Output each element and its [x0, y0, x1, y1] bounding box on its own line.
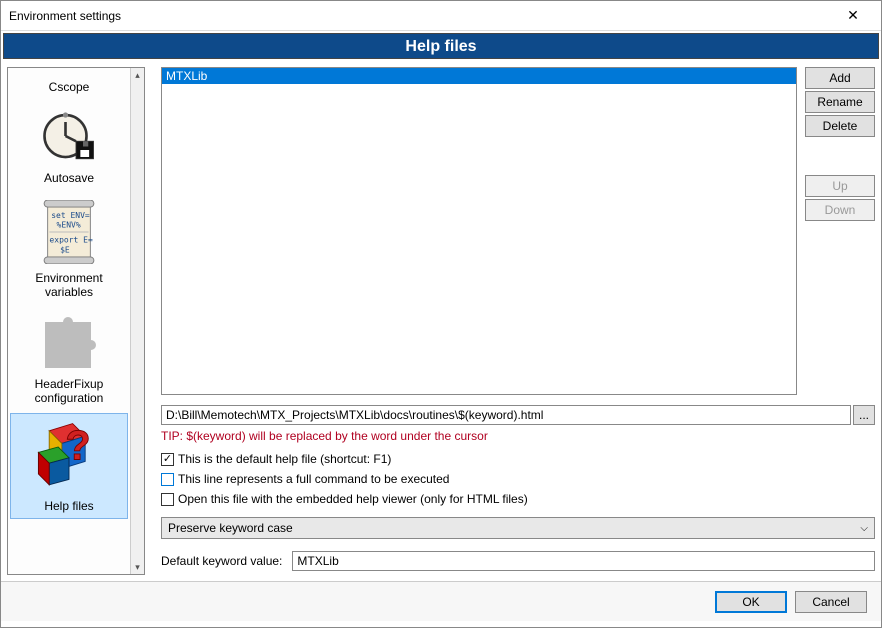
titlebar: Environment settings ✕	[1, 1, 881, 31]
scroll-down-icon[interactable]: ▾	[131, 560, 144, 574]
sidebar-item-help-files[interactable]: ? Help files	[10, 413, 128, 518]
sidebar-item-label: HeaderFixup configuration	[10, 377, 128, 406]
sidebar-item-label: Help files	[11, 499, 127, 513]
window-title: Environment settings	[9, 9, 833, 23]
svg-text:?: ?	[65, 423, 90, 469]
cancel-button[interactable]: Cancel	[795, 591, 867, 613]
keyword-label: Default keyword value:	[161, 554, 282, 568]
sidebar-item-cscope[interactable]: Cscope	[8, 68, 130, 100]
keyword-input[interactable]	[292, 551, 875, 571]
checkbox-label: This is the default help file (shortcut:…	[178, 452, 391, 466]
checkbox-label: Open this file with the embedded help vi…	[178, 492, 528, 506]
scroll-icon: set ENV= %ENV% export E= $E	[37, 200, 101, 267]
puzzle-icon	[37, 314, 101, 373]
browse-button[interactable]: ...	[853, 405, 875, 425]
checkbox-embedded-viewer[interactable]	[161, 493, 174, 506]
rename-button[interactable]: Rename	[805, 91, 875, 113]
svg-text:export E=: export E=	[49, 235, 93, 244]
checkbox-label: This line represents a full command to b…	[178, 472, 449, 486]
sidebar-item-label: Autosave	[10, 171, 128, 185]
help-files-list[interactable]: MTXLib	[161, 67, 797, 395]
dropdown-value: Preserve keyword case	[168, 521, 293, 535]
sidebar-item-headerfixup[interactable]: HeaderFixup configuration	[8, 306, 130, 412]
up-button: Up	[805, 175, 875, 197]
add-button[interactable]: Add	[805, 67, 875, 89]
footer: OK Cancel	[1, 581, 881, 621]
svg-text:set ENV=: set ENV=	[51, 211, 90, 220]
chevron-down-icon: ⌵	[860, 523, 868, 534]
svg-text:$E: $E	[60, 245, 70, 254]
svg-text:%ENV%: %ENV%	[57, 220, 81, 229]
down-button: Down	[805, 199, 875, 221]
checkbox-full-command[interactable]	[161, 473, 174, 486]
path-input[interactable]	[161, 405, 851, 425]
close-icon[interactable]: ✕	[833, 1, 873, 31]
sidebar-item-autosave[interactable]: Autosave	[8, 100, 130, 191]
content: Cscope Autosave	[1, 61, 881, 581]
scroll-up-icon[interactable]: ▴	[131, 68, 144, 82]
keyword-case-dropdown[interactable]: Preserve keyword case ⌵	[161, 517, 875, 539]
checkbox-default-help[interactable]	[161, 453, 174, 466]
sidebar-item-env-vars[interactable]: set ENV= %ENV% export E= $E Environment …	[8, 192, 130, 306]
main-panel: MTXLib Add Rename Delete Up Down ... TIP…	[161, 67, 875, 575]
ok-button[interactable]: OK	[715, 591, 787, 613]
sidebar-scrollbar[interactable]: ▴ ▾	[130, 68, 144, 574]
sidebar-item-label: Environment variables	[10, 271, 128, 300]
sidebar: Cscope Autosave	[7, 67, 145, 575]
help-files-icon: ?	[33, 420, 105, 495]
page-title: Help files	[3, 33, 879, 59]
sidebar-item-label: Cscope	[10, 80, 128, 94]
list-buttons: Add Rename Delete Up Down	[805, 67, 875, 395]
tip-text: TIP: $(keyword) will be replaced by the …	[161, 429, 875, 443]
delete-button[interactable]: Delete	[805, 115, 875, 137]
list-item[interactable]: MTXLib	[162, 68, 796, 84]
clock-icon	[41, 108, 97, 167]
